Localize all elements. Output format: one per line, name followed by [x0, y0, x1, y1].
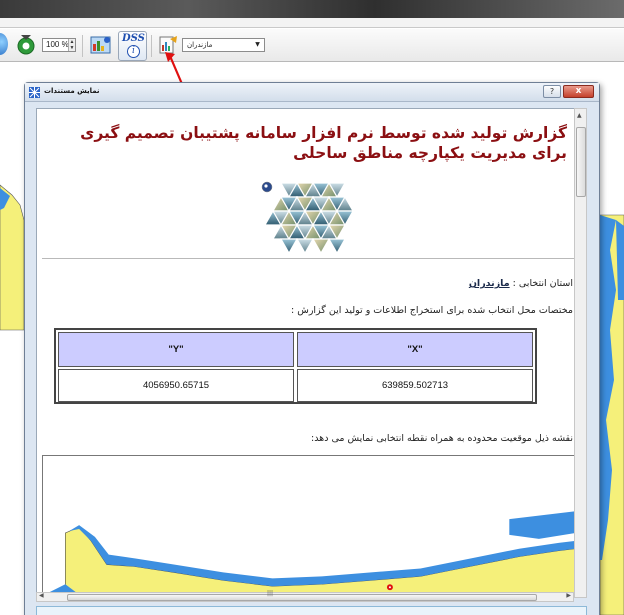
location-map: [42, 455, 579, 597]
report-title: گزارش تولید شده توسط نرم افزار سامانه پش…: [80, 124, 567, 162]
horizontal-scroll-thumb[interactable]: [67, 594, 537, 601]
vertical-scrollbar[interactable]: ▲: [574, 108, 587, 598]
report-logo: [261, 181, 355, 253]
dialog-titlebar[interactable]: نمایش مستندات ? x: [25, 83, 599, 102]
dss-info-button[interactable]: DSS i: [118, 31, 147, 61]
zoom-stepper[interactable]: ▲ ▼: [68, 39, 75, 51]
dialog-title-text: نمایش مستندات: [44, 87, 100, 95]
main-toolbar: 100 % ▲ ▼ DSS i مازندران ▼: [0, 29, 624, 62]
zoom-input[interactable]: 100 % ▲ ▼: [42, 38, 76, 52]
scroll-up-icon[interactable]: ▲: [577, 112, 582, 119]
province-label: استان انتخابی :: [512, 278, 573, 289]
table-cell-x: 639859.502713: [297, 369, 533, 402]
toolbar-separator: [151, 35, 152, 57]
toolbar-separator: [82, 35, 83, 57]
scroll-left-icon[interactable]: ◀: [39, 592, 44, 599]
table-header-y: "Y": [58, 332, 294, 367]
dss-label: DSS: [122, 33, 145, 44]
help-button[interactable]: ?: [543, 85, 561, 98]
zoom-value: 100 %: [46, 40, 69, 49]
coords-description: مختصات محل انتخاب شده برای استخراج اطلاع…: [291, 305, 573, 316]
map-caption: نقشه ذیل موقعیت محدوده به همراه نقطه انت…: [311, 433, 573, 444]
globe-icon[interactable]: [0, 33, 8, 55]
province-line: استان انتخابی : مازندران: [469, 278, 573, 289]
close-button[interactable]: x: [563, 85, 594, 98]
vertical-scroll-thumb[interactable]: [576, 127, 586, 197]
table-cell-y: 4056950.65715: [58, 369, 294, 402]
province-select[interactable]: مازندران ▼: [182, 38, 265, 52]
window-chrome-strip: [0, 0, 624, 18]
horizontal-scrollbar[interactable]: ◀ ||| ▶: [36, 590, 574, 602]
menu-strip: [0, 18, 624, 28]
scroll-grip-icon: |||: [267, 590, 274, 597]
dropdown-arrow-icon[interactable]: ▼: [252, 40, 263, 50]
scroll-right-icon[interactable]: ▶: [566, 592, 571, 599]
table-header-x: "X": [297, 332, 533, 367]
divider: [42, 258, 580, 259]
report-dialog: نمایش مستندات ? x گزارش تولید شده توسط ن…: [24, 82, 600, 615]
map-layers-icon[interactable]: [89, 34, 113, 56]
coordinates-table: "Y" "X" 4056950.65715 639859.502713: [54, 328, 537, 404]
dialog-footer: [36, 606, 587, 615]
info-icon: i: [127, 45, 140, 58]
province-value: مازندران: [468, 278, 510, 289]
refresh-icon[interactable]: [15, 32, 37, 56]
report-content: گزارش تولید شده توسط نرم افزار سامانه پش…: [36, 108, 584, 598]
app-icon: [29, 87, 40, 98]
